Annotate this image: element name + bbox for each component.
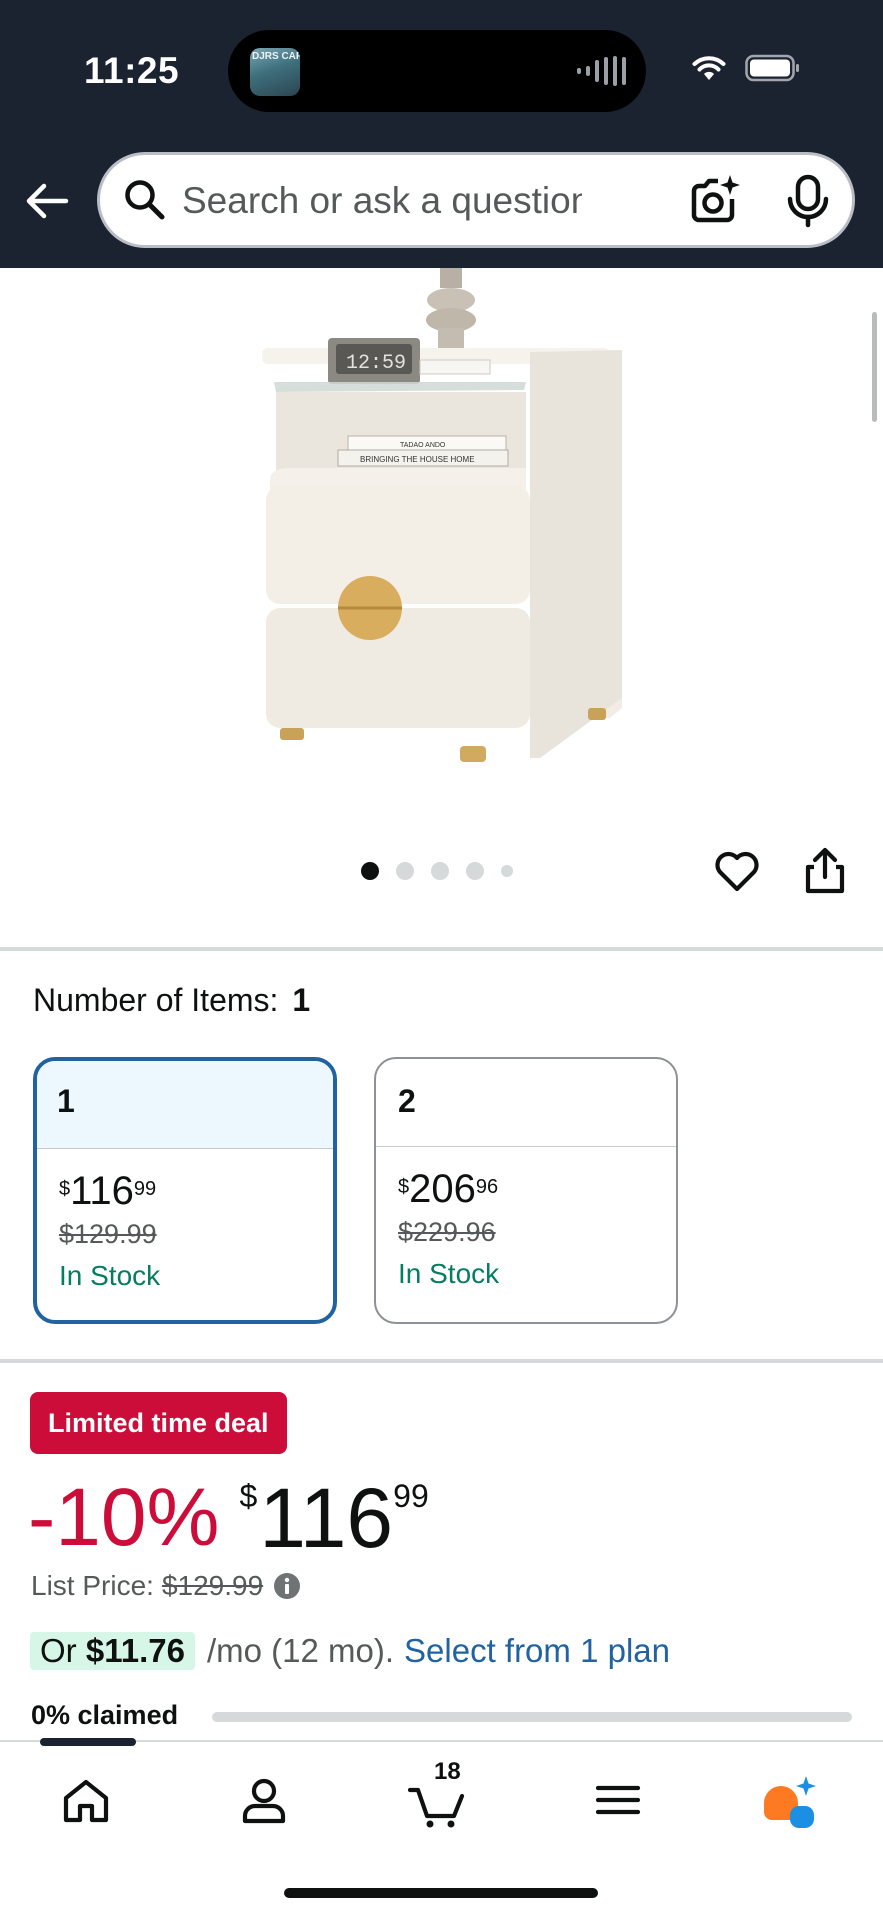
- search-icon: [125, 180, 165, 220]
- top-header: 11:25 DJRS CAFE: [0, 0, 883, 268]
- cart-button[interactable]: 18: [407, 1758, 468, 1830]
- heart-icon[interactable]: [712, 845, 762, 895]
- option-list-price: $129.99: [59, 1219, 157, 1249]
- monthly-payment-row: Or $11.76 /mo (12 mo). Select from 1 pla…: [30, 1632, 670, 1670]
- monthly-amount: $11.76: [85, 1632, 185, 1669]
- active-tab-indicator: [40, 1738, 136, 1746]
- claimed-label: 0% claimed: [31, 1700, 179, 1730]
- product-image[interactable]: 12:59 BRINGING THE HOUSE HOME TADAO ANDO: [240, 268, 650, 778]
- audio-waveform-icon: [577, 56, 626, 86]
- option-name: 2: [376, 1059, 676, 1147]
- option-price-currency: $: [398, 1176, 410, 1198]
- visual-search-camera-icon[interactable]: [688, 173, 742, 227]
- image-pagination-dots[interactable]: [361, 862, 513, 880]
- deal-price-whole: 116: [259, 1471, 394, 1565]
- option-price-fraction: 96: [475, 1176, 499, 1198]
- option-name: 1: [37, 1061, 333, 1149]
- variation-label: Number of Items: 1: [33, 982, 310, 1019]
- pagination-dot[interactable]: [466, 862, 484, 880]
- list-price-label: List Price:: [31, 1570, 154, 1601]
- monthly-payment-highlight: Or $11.76: [30, 1632, 195, 1670]
- deal-price-currency: $: [239, 1478, 258, 1514]
- pagination-dot[interactable]: [431, 862, 449, 880]
- variation-selected-value: 1: [292, 982, 311, 1018]
- limited-time-deal-badge: Limited time deal: [30, 1392, 287, 1454]
- pagination-dot[interactable]: [501, 865, 513, 877]
- status-icons: [691, 54, 801, 82]
- select-plan-link[interactable]: Select from 1 plan: [404, 1632, 670, 1670]
- info-icon[interactable]: [273, 1572, 301, 1600]
- search-bar[interactable]: [97, 152, 855, 248]
- section-divider: [0, 1359, 883, 1363]
- monthly-prefix: Or: [40, 1632, 77, 1669]
- account-icon[interactable]: [234, 1770, 294, 1830]
- claimed-progress-bar: [212, 1712, 852, 1722]
- dynamic-island[interactable]: DJRS CAFE: [228, 30, 646, 112]
- variation-label-text: Number of Items:: [33, 982, 279, 1018]
- monthly-terms: /mo (12 mo).: [206, 1632, 395, 1669]
- pagination-dot[interactable]: [396, 862, 414, 880]
- menu-icon[interactable]: [588, 1770, 648, 1830]
- variation-option-2[interactable]: 2 $20696 $229.96 In Stock: [374, 1057, 678, 1324]
- option-availability: In Stock: [398, 1258, 500, 1289]
- artwork-text: DJRS CAFE: [252, 51, 300, 62]
- option-price-whole: 116: [70, 1169, 134, 1213]
- cart-count-badge: 18: [434, 1758, 461, 1785]
- option-availability: In Stock: [59, 1260, 161, 1291]
- list-price-row: List Price: $129.99: [31, 1570, 301, 1602]
- scroll-indicator[interactable]: [872, 312, 877, 422]
- pagination-dot[interactable]: [361, 862, 379, 880]
- deal-price: $ 116 99: [239, 1468, 428, 1568]
- rufus-assistant-icon[interactable]: [760, 1770, 820, 1830]
- discount-percentage: -10%: [28, 1472, 220, 1563]
- svg-text:BRINGING THE HOUSE HOME: BRINGING THE HOUSE HOME: [360, 455, 475, 464]
- section-divider: [0, 947, 883, 951]
- home-indicator[interactable]: [284, 1888, 598, 1898]
- share-icon[interactable]: [800, 845, 850, 897]
- home-icon[interactable]: [56, 1770, 116, 1830]
- variation-option-1[interactable]: 1 $11699 $129.99 In Stock: [33, 1057, 337, 1324]
- option-price-currency: $: [59, 1178, 71, 1200]
- option-price: $11699: [37, 1149, 333, 1211]
- status-time: 11:25: [84, 50, 180, 91]
- search-input[interactable]: [182, 173, 582, 229]
- battery-icon: [745, 54, 799, 82]
- list-price-value: $129.99: [161, 1570, 264, 1601]
- option-price: $20696: [376, 1147, 676, 1209]
- option-price-whole: 206: [409, 1167, 476, 1211]
- now-playing-artwork: DJRS CAFE: [250, 48, 300, 96]
- back-arrow-icon[interactable]: [22, 176, 72, 226]
- svg-text:TADAO ANDO: TADAO ANDO: [400, 442, 446, 449]
- svg-text:12:59: 12:59: [346, 352, 406, 375]
- wifi-icon: [692, 56, 726, 80]
- deal-price-fraction: 99: [393, 1478, 429, 1514]
- option-list-price: $229.96: [398, 1217, 496, 1247]
- deal-price-row: -10% $ 116 99: [28, 1468, 429, 1568]
- microphone-icon[interactable]: [783, 173, 833, 229]
- option-price-fraction: 99: [133, 1178, 157, 1200]
